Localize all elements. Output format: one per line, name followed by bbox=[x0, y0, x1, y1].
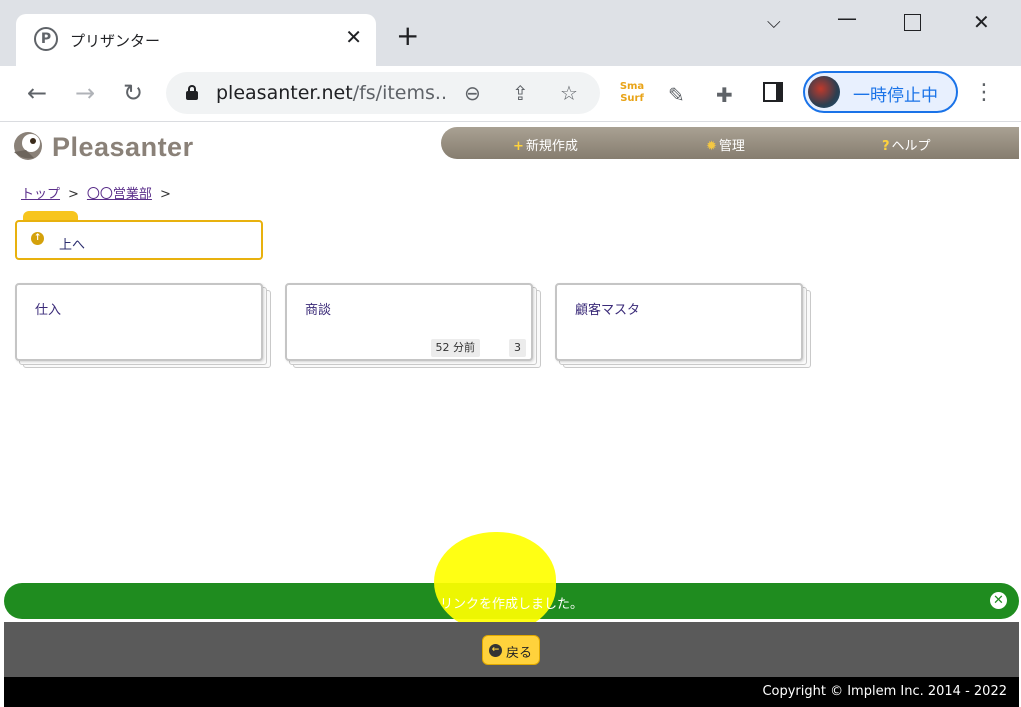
item-count-badge: 3 bbox=[509, 339, 526, 357]
card-title: 商談 bbox=[305, 303, 332, 318]
puzzle-icon[interactable]: ✚ bbox=[716, 83, 733, 107]
logo-bird-icon bbox=[14, 132, 42, 160]
minimize-icon[interactable]: — bbox=[837, 6, 857, 30]
browser-toolbar: ← → ↻ pleasanter.net/fs/items... ⊖ ⇪ ☆ S… bbox=[0, 66, 1021, 122]
pleasanter-favicon-icon: P bbox=[34, 27, 58, 51]
site-card-customer-master[interactable]: 顧客マスタ bbox=[555, 283, 811, 368]
url-path: /fs/items... bbox=[352, 82, 448, 104]
share-icon[interactable]: ⇪ bbox=[512, 81, 529, 105]
nav-manage[interactable]: ✹ 管理 bbox=[706, 135, 745, 154]
up-label: 上へ bbox=[59, 238, 86, 253]
url-domain: pleasanter.net bbox=[216, 82, 353, 104]
breadcrumb-top[interactable]: トップ bbox=[21, 187, 60, 202]
up-button[interactable]: ↑ 上へ bbox=[15, 220, 263, 260]
back-arrow-icon[interactable]: ← bbox=[20, 76, 54, 110]
arrow-left-circle-icon: ← bbox=[489, 644, 502, 657]
avatar bbox=[808, 76, 840, 108]
browser-tab[interactable]: P プリザンター ✕ bbox=[16, 14, 376, 66]
profile-button[interactable]: 一時停止中 bbox=[803, 71, 958, 113]
breadcrumb: トップ > 〇〇営業部 > bbox=[21, 183, 179, 202]
toast-text-layer: リンクを作成しました。 bbox=[4, 583, 1019, 619]
tab-title: プリザンター bbox=[70, 32, 161, 50]
logo-text: Pleasanter bbox=[52, 132, 194, 162]
question-icon: ? bbox=[882, 139, 890, 154]
nav-manage-label: 管理 bbox=[718, 139, 745, 154]
updated-time-badge: 52 分前 bbox=[430, 339, 480, 357]
notes-icon[interactable]: ✎ bbox=[668, 83, 685, 107]
tab-strip: P プリザンター ✕ + ⌵ — ✕ bbox=[0, 0, 1021, 66]
command-bar: ← 戻る bbox=[4, 622, 1019, 677]
main-nav-bar: + 新規作成 ✹ 管理 ? ヘルプ bbox=[441, 127, 1019, 159]
close-tab-icon[interactable]: ✕ bbox=[345, 25, 362, 49]
star-icon[interactable]: ☆ bbox=[560, 81, 578, 105]
back-label: 戻る bbox=[506, 646, 533, 661]
nav-new-label: 新規作成 bbox=[525, 139, 578, 154]
maximize-icon[interactable] bbox=[904, 14, 921, 31]
arrow-up-circle-icon: ↑ bbox=[31, 232, 44, 245]
site-card-purchasing[interactable]: 仕入 bbox=[15, 283, 271, 368]
smartsurf-icon[interactable]: Sma Surf bbox=[618, 81, 646, 107]
url-text[interactable]: pleasanter.net/fs/items... bbox=[216, 82, 448, 104]
nav-help[interactable]: ? ヘルプ bbox=[882, 135, 931, 154]
reload-icon[interactable]: ↻ bbox=[116, 76, 150, 110]
close-window-icon[interactable]: ✕ bbox=[973, 10, 990, 34]
card-title: 仕入 bbox=[35, 303, 62, 318]
breadcrumb-separator: > bbox=[68, 187, 79, 202]
card-body: 顧客マスタ bbox=[555, 283, 803, 361]
card-body: 商談 52 分前 3 bbox=[285, 283, 533, 361]
site-card-deals[interactable]: 商談 52 分前 3 bbox=[285, 283, 541, 368]
back-button[interactable]: ← 戻る bbox=[482, 635, 540, 665]
gear-icon: ✹ bbox=[706, 139, 717, 154]
breadcrumb-separator: > bbox=[159, 187, 171, 202]
more-menu-icon[interactable]: ⋮ bbox=[973, 80, 995, 105]
card-body: 仕入 bbox=[15, 283, 263, 361]
footer: Copyright © Implem Inc. 2014 - 2022 bbox=[4, 677, 1019, 707]
page-content: Pleasanter + 新規作成 ✹ 管理 ? ヘルプ トップ > 〇〇営業部 > ↑ 上… bbox=[4, 122, 1019, 707]
plus-icon: + bbox=[513, 139, 524, 154]
forward-arrow-icon[interactable]: → bbox=[68, 76, 102, 110]
address-bar[interactable]: pleasanter.net/fs/items... ⊖ ⇪ ☆ bbox=[166, 72, 600, 114]
toast-message: リンクを作成しました。 bbox=[439, 597, 583, 612]
breadcrumb-sales-dept[interactable]: 〇〇営業部 bbox=[87, 187, 152, 202]
card-title: 顧客マスタ bbox=[575, 303, 641, 318]
zoom-out-icon[interactable]: ⊖ bbox=[464, 81, 481, 105]
new-tab-icon[interactable]: + bbox=[396, 22, 419, 50]
nav-help-label: ヘルプ bbox=[891, 139, 931, 154]
lock-icon bbox=[186, 85, 198, 100]
side-panel-icon[interactable] bbox=[763, 82, 783, 102]
tab-search-chevron-icon[interactable]: ⌵ bbox=[767, 12, 781, 33]
profile-label: 一時停止中 bbox=[853, 86, 938, 106]
copyright-text: Copyright © Implem Inc. 2014 - 2022 bbox=[762, 684, 1007, 699]
nav-new-item[interactable]: + 新規作成 bbox=[513, 135, 578, 154]
browser-window: P プリザンター ✕ + ⌵ — ✕ ← → ↻ pleasanter.net/… bbox=[0, 0, 1021, 707]
